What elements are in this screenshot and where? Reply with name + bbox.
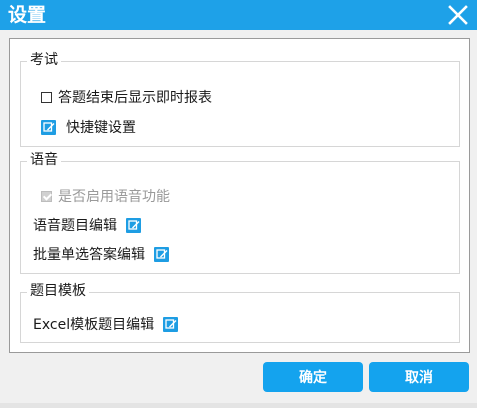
close-button[interactable] bbox=[445, 2, 471, 28]
cancel-button[interactable]: 取消 bbox=[369, 362, 469, 392]
show-report-checkbox-row[interactable]: 答题结束后显示即时报表 bbox=[41, 87, 212, 107]
title-bar: 设置 bbox=[0, 0, 477, 30]
show-report-label: 答题结束后显示即时报表 bbox=[58, 90, 212, 106]
edit-icon[interactable] bbox=[126, 217, 141, 233]
enable-voice-label: 是否启用语音功能 bbox=[58, 189, 170, 205]
enable-voice-checkbox[interactable] bbox=[41, 190, 52, 202]
show-report-checkbox[interactable] bbox=[41, 91, 52, 103]
exam-group: 考试 答题结束后显示即时报表 快捷键设置 bbox=[20, 51, 460, 147]
edit-icon[interactable] bbox=[154, 246, 169, 262]
settings-panel: 考试 答题结束后显示即时报表 快捷键设置 语音 是否启用语音功能 语音题目编辑 bbox=[9, 38, 470, 353]
shortcut-settings-link[interactable]: 快捷键设置 bbox=[41, 117, 136, 137]
excel-template-edit-link[interactable]: Excel模板题目编辑 bbox=[33, 314, 179, 334]
voice-group-title: 语音 bbox=[27, 151, 61, 169]
voice-group: 语音 是否启用语音功能 语音题目编辑 批量单选答案编辑 bbox=[20, 151, 460, 274]
bottom-strip bbox=[0, 403, 477, 408]
close-icon bbox=[448, 5, 468, 25]
shortcut-settings-label: 快捷键设置 bbox=[66, 120, 136, 136]
voice-question-edit-label: 语音题目编辑 bbox=[33, 218, 117, 234]
excel-template-edit-label: Excel模板题目编辑 bbox=[33, 317, 155, 333]
exam-group-title: 考试 bbox=[27, 51, 61, 69]
ok-button[interactable]: 确定 bbox=[263, 362, 363, 392]
template-group-title: 题目模板 bbox=[27, 282, 89, 300]
template-group: 题目模板 Excel模板题目编辑 bbox=[20, 282, 460, 343]
batch-single-answer-edit-link[interactable]: 批量单选答案编辑 bbox=[33, 244, 169, 264]
batch-single-answer-edit-label: 批量单选答案编辑 bbox=[33, 247, 145, 263]
edit-icon[interactable] bbox=[163, 316, 179, 332]
window-title: 设置 bbox=[8, 4, 47, 26]
enable-voice-checkbox-row[interactable]: 是否启用语音功能 bbox=[41, 186, 170, 206]
voice-question-edit-link[interactable]: 语音题目编辑 bbox=[33, 215, 141, 235]
edit-icon[interactable] bbox=[41, 119, 56, 135]
